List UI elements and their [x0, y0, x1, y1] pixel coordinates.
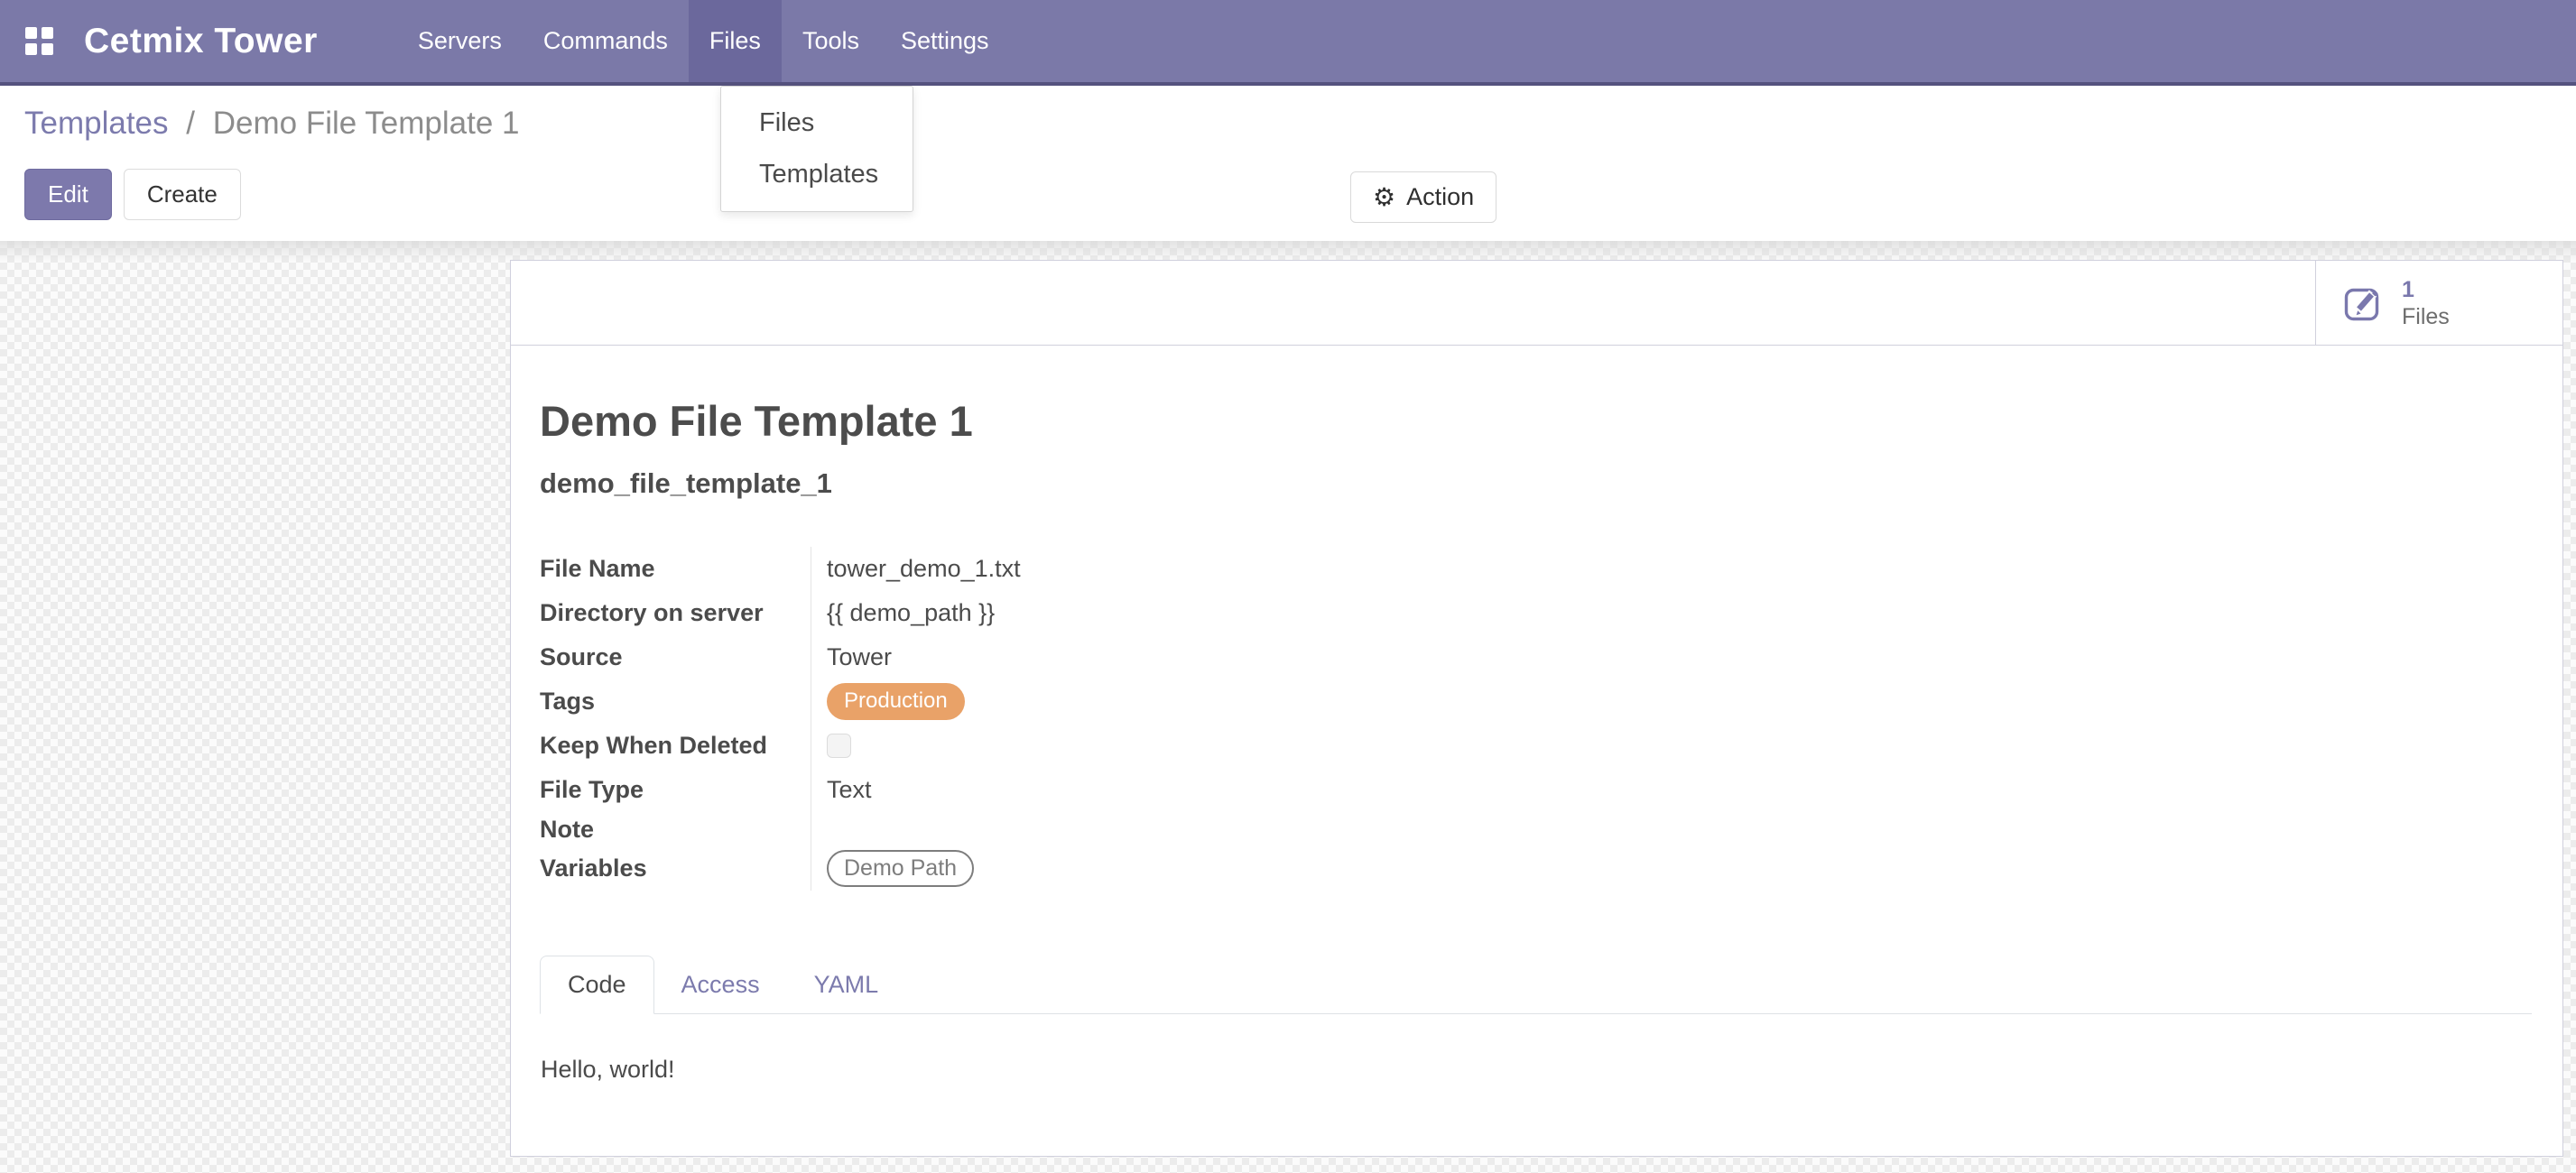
field-group: File Name tower_demo_1.txt Directory on …	[540, 547, 2532, 891]
main-menu: Servers Commands Files Tools Settings	[397, 0, 1010, 82]
field-row-tags: Tags Production	[540, 679, 2532, 724]
field-row-file-name: File Name tower_demo_1.txt	[540, 547, 2532, 591]
tag-production[interactable]: Production	[827, 683, 965, 720]
field-value-variables: Demo Path	[811, 846, 2532, 891]
field-value-file-type: Text	[811, 768, 2532, 812]
field-label-directory: Directory on server	[540, 599, 811, 627]
action-button-label: Action	[1406, 183, 1474, 211]
form-card: 1 Files Demo File Template 1 demo_file_t…	[510, 260, 2563, 1157]
breadcrumb-current: Demo File Template 1	[213, 106, 520, 141]
field-value-tags: Production	[811, 679, 2532, 724]
apps-grid-icon[interactable]	[25, 27, 53, 55]
field-row-file-type: File Type Text	[540, 768, 2532, 812]
record-buttons: Edit Create	[24, 169, 2576, 220]
files-dropdown-menu: Files Templates	[720, 86, 913, 212]
field-label-note: Note	[540, 816, 811, 844]
field-label-file-name: File Name	[540, 555, 811, 583]
variable-pill-demo-path[interactable]: Demo Path	[827, 850, 974, 887]
field-value-source: Tower	[811, 635, 2532, 679]
record-reference: demo_file_template_1	[540, 467, 2532, 500]
dropdown-item-files[interactable]: Files	[721, 97, 913, 149]
field-value-note	[811, 812, 2532, 846]
files-stat-count: 1	[2402, 276, 2450, 303]
breadcrumb-separator: /	[186, 106, 195, 141]
app-brand-title[interactable]: Cetmix Tower	[84, 22, 318, 61]
menu-item-servers[interactable]: Servers	[397, 0, 523, 82]
field-row-directory: Directory on server {{ demo_path }}	[540, 591, 2532, 635]
field-row-keep-when-deleted: Keep When Deleted	[540, 724, 2532, 768]
tab-code[interactable]: Code	[540, 956, 654, 1014]
field-label-file-type: File Type	[540, 776, 811, 804]
tab-yaml[interactable]: YAML	[787, 956, 906, 1013]
edit-file-icon	[2343, 282, 2386, 324]
dropdown-item-templates[interactable]: Templates	[721, 149, 913, 200]
gear-icon: ⚙	[1373, 185, 1395, 210]
form-sheet: Demo File Template 1 demo_file_template_…	[511, 346, 2562, 1084]
record-title: Demo File Template 1	[540, 396, 2532, 446]
field-label-variables: Variables	[540, 854, 811, 882]
files-stat-label: Files	[2402, 303, 2450, 330]
menu-item-tools[interactable]: Tools	[782, 0, 880, 82]
action-button[interactable]: ⚙ Action	[1350, 171, 1496, 223]
code-tab-content: Hello, world!	[540, 1014, 2532, 1084]
field-value-file-name: tower_demo_1.txt	[811, 547, 2532, 591]
field-value-directory: {{ demo_path }}	[811, 591, 2532, 635]
files-stat-button[interactable]: 1 Files	[2315, 261, 2562, 345]
form-card-header: 1 Files	[511, 261, 2562, 346]
keep-when-deleted-checkbox[interactable]	[827, 734, 851, 758]
field-label-source: Source	[540, 643, 811, 671]
field-row-variables: Variables Demo Path	[540, 846, 2532, 891]
files-stat-text: 1 Files	[2402, 276, 2450, 330]
menu-item-settings[interactable]: Settings	[880, 0, 1010, 82]
breadcrumb-templates-link[interactable]: Templates	[24, 106, 169, 141]
field-row-source: Source Tower	[540, 635, 2532, 679]
menu-item-files[interactable]: Files	[689, 0, 782, 82]
top-navbar: Cetmix Tower Servers Commands Files Tool…	[0, 0, 2576, 86]
field-label-keep-when-deleted: Keep When Deleted	[540, 732, 811, 760]
field-value-keep-when-deleted	[811, 724, 2532, 768]
create-button[interactable]: Create	[124, 169, 241, 220]
menu-item-commands[interactable]: Commands	[523, 0, 689, 82]
field-row-note: Note	[540, 812, 2532, 846]
tab-access[interactable]: Access	[654, 956, 787, 1013]
notebook-tabs: Code Access YAML	[540, 956, 2532, 1014]
field-label-tags: Tags	[540, 688, 811, 716]
content-background: 1 Files Demo File Template 1 demo_file_t…	[0, 241, 2576, 1173]
edit-button[interactable]: Edit	[24, 169, 112, 220]
breadcrumb: Templates / Demo File Template 1	[24, 106, 2576, 142]
control-panel: Templates / Demo File Template 1 Edit Cr…	[0, 86, 2576, 241]
